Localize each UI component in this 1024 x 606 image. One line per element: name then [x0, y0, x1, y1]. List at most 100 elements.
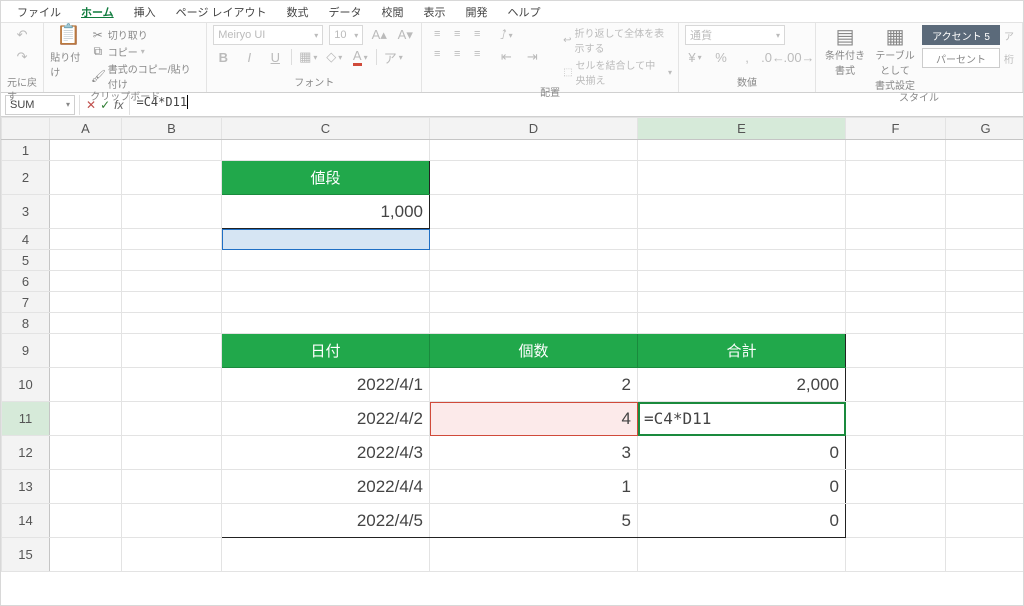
conditional-format-button[interactable]: ▤ 条件付き 書式	[822, 25, 868, 77]
clipboard-icon: 📋	[56, 22, 81, 47]
indent-icon[interactable]: ⇥	[522, 47, 542, 67]
format-as-table-button[interactable]: ▦ テーブルとして 書式設定	[872, 25, 918, 92]
cell-D10[interactable]: 2	[430, 368, 638, 402]
border-button[interactable]: ▦	[298, 47, 318, 67]
cell-C12[interactable]: 2022/4/3	[222, 436, 430, 470]
cell-E12[interactable]: 0	[638, 436, 846, 470]
col-header-B[interactable]: B	[122, 118, 222, 140]
cell-D11[interactable]: 4	[430, 402, 638, 436]
cell-C2[interactable]: 値段	[222, 161, 430, 195]
decrease-decimal-icon[interactable]: .00→	[789, 47, 809, 67]
orientation-button[interactable]: ⭜	[496, 25, 516, 45]
align-top-icon[interactable]: ≡	[428, 25, 446, 43]
tab-view[interactable]: 表示	[414, 1, 456, 22]
cell-D13[interactable]: 1	[430, 470, 638, 504]
row-header[interactable]: 4	[2, 229, 50, 250]
align-grid[interactable]: ≡≡≡ ≡≡≡	[428, 25, 486, 63]
number-format-select[interactable]: 通貨▾	[685, 25, 785, 45]
align-mid-icon[interactable]: ≡	[448, 25, 466, 43]
tab-developer[interactable]: 開発	[456, 1, 498, 22]
align-center-icon[interactable]: ≡	[448, 45, 466, 63]
row-header[interactable]: 6	[2, 271, 50, 292]
comma-button[interactable]: ,	[737, 47, 757, 67]
cell-C11[interactable]: 2022/4/2	[222, 402, 430, 436]
undo-icon[interactable]: ↶	[12, 25, 32, 45]
col-header-D[interactable]: D	[430, 118, 638, 140]
row-header[interactable]: 3	[2, 195, 50, 229]
cell-C10[interactable]: 2022/4/1	[222, 368, 430, 402]
ribbon: ↶ ↷ 元に戻す 📋 貼り付け ✂切り取り ⧉コピー ▾ 🖌書式のコピー/貼り付…	[1, 23, 1023, 93]
cell-E9[interactable]: 合計	[638, 334, 846, 368]
cell-D14[interactable]: 5	[430, 504, 638, 538]
cell-C4[interactable]	[222, 229, 430, 250]
cell-C3[interactable]: 1,000	[222, 195, 430, 229]
cell-D9[interactable]: 個数	[430, 334, 638, 368]
align-right-icon[interactable]: ≡	[468, 45, 486, 63]
col-header-C[interactable]: C	[222, 118, 430, 140]
redo-icon[interactable]: ↷	[12, 47, 32, 67]
cell-C9[interactable]: 日付	[222, 334, 430, 368]
row-header[interactable]: 10	[2, 368, 50, 402]
decrease-font-icon[interactable]: A▾	[395, 25, 415, 45]
row-header[interactable]: 13	[2, 470, 50, 504]
tab-review[interactable]: 校閲	[372, 1, 414, 22]
formula-input[interactable]: =C4*D11	[130, 95, 1023, 115]
group-undo-label: 元に戻す	[7, 77, 37, 91]
italic-button[interactable]: I	[239, 47, 259, 67]
row-header[interactable]: 9	[2, 334, 50, 368]
row-header[interactable]: 15	[2, 538, 50, 572]
row-header[interactable]: 1	[2, 140, 50, 161]
tab-data[interactable]: データ	[319, 1, 372, 22]
style-percent[interactable]: パーセント	[922, 48, 1000, 68]
copy-button[interactable]: ⧉コピー ▾	[91, 44, 200, 59]
align-bot-icon[interactable]: ≡	[468, 25, 486, 43]
merge-center-button[interactable]: ⬚セルを結合して中央揃え ▾	[563, 57, 672, 87]
font-size-select[interactable]: 10▾	[329, 25, 363, 45]
paste-button[interactable]: 📋 貼り付け	[50, 25, 87, 75]
row-header[interactable]: 5	[2, 250, 50, 271]
format-painter-button[interactable]: 🖌書式のコピー/貼り付け	[91, 61, 200, 91]
currency-button[interactable]: ¥	[685, 47, 705, 67]
align-left-icon[interactable]: ≡	[428, 45, 446, 63]
font-color-button[interactable]: A	[350, 47, 370, 67]
cell-D12[interactable]: 3	[430, 436, 638, 470]
tab-pagelayout[interactable]: ページ レイアウト	[166, 1, 277, 22]
increase-decimal-icon[interactable]: .0←	[763, 47, 783, 67]
underline-button[interactable]: U	[265, 47, 285, 67]
tab-formulas[interactable]: 数式	[277, 1, 319, 22]
cell-E14[interactable]: 0	[638, 504, 846, 538]
tab-help[interactable]: ヘルプ	[498, 1, 551, 22]
tab-home[interactable]: ホーム	[71, 1, 124, 22]
tab-file[interactable]: ファイル	[7, 1, 71, 22]
percent-button[interactable]: %	[711, 47, 731, 67]
wrap-text-button[interactable]: ↩折り返して全体を表示する	[563, 25, 672, 55]
cell-E10[interactable]: 2,000	[638, 368, 846, 402]
spreadsheet-grid[interactable]: A B C D E F G 1 2 値段 3 1,000 4	[1, 117, 1023, 605]
col-header-A[interactable]: A	[50, 118, 122, 140]
row-header[interactable]: 7	[2, 292, 50, 313]
cell-E11[interactable]: =C4*D11	[638, 402, 846, 436]
font-name-select[interactable]: Meiryo UI▾	[213, 25, 323, 45]
cell-C14[interactable]: 2022/4/5	[222, 504, 430, 538]
col-header-E[interactable]: E	[638, 118, 846, 140]
row-header[interactable]: 14	[2, 504, 50, 538]
phonetic-button[interactable]: ア	[383, 47, 403, 67]
row-header[interactable]: 11	[2, 402, 50, 436]
increase-font-icon[interactable]: A▴	[369, 25, 389, 45]
row-header[interactable]: 12	[2, 436, 50, 470]
bold-button[interactable]: B	[213, 47, 233, 67]
col-header-F[interactable]: F	[846, 118, 946, 140]
col-header-G[interactable]: G	[946, 118, 1024, 140]
cut-button[interactable]: ✂切り取り	[91, 27, 200, 42]
group-clipboard-label: クリップボード	[90, 91, 160, 105]
cell-E13[interactable]: 0	[638, 470, 846, 504]
outdent-icon[interactable]: ⇤	[496, 47, 516, 67]
select-all-corner[interactable]	[2, 118, 50, 140]
style-accent5[interactable]: アクセント 5	[922, 25, 1000, 45]
tab-insert[interactable]: 挿入	[124, 1, 166, 22]
row-header[interactable]: 2	[2, 161, 50, 195]
row-header[interactable]: 8	[2, 313, 50, 334]
fill-color-button[interactable]: ◇	[324, 47, 344, 67]
cond-format-icon: ▤	[836, 25, 855, 47]
cell-C13[interactable]: 2022/4/4	[222, 470, 430, 504]
